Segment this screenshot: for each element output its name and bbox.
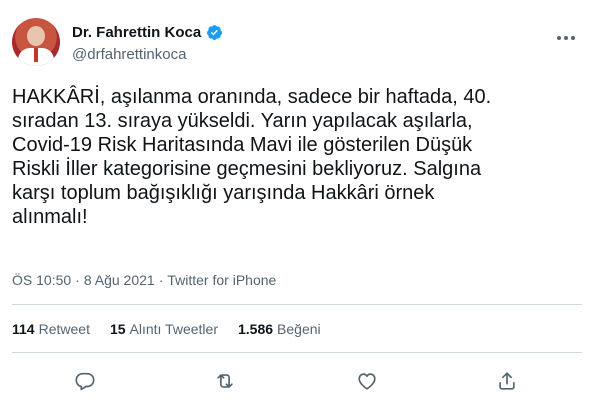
stat-label: Alıntı Tweetler	[129, 321, 218, 337]
tweet-date[interactable]: 8 Ağu 2021	[84, 272, 155, 288]
share-icon[interactable]	[496, 370, 518, 392]
quote-tweet-count-stat[interactable]: 15 Alıntı Tweetler	[110, 321, 218, 337]
tweet-text: HAKKÂRİ, aşılanma oranında, sadece bir h…	[12, 86, 492, 228]
tweet-stats: 114 Retweet 15 Alıntı Tweetler 1.586 Beğ…	[12, 321, 321, 337]
verified-badge-icon	[206, 24, 223, 41]
divider	[12, 304, 582, 305]
divider	[12, 352, 582, 353]
heart-icon[interactable]	[356, 370, 378, 392]
more-options-icon[interactable]	[556, 28, 576, 40]
author-name-row: Dr. Fahrettin Koca	[72, 24, 223, 41]
avatar[interactable]	[12, 18, 60, 66]
tweet-meta: ÖS 10:50 · 8 Ağu 2021 · Twitter for iPho…	[12, 272, 276, 288]
tweet-time[interactable]: ÖS 10:50	[12, 272, 71, 288]
avatar-face-shape	[27, 26, 45, 46]
author-handle[interactable]: @drfahrettinkoca	[72, 46, 186, 63]
reply-icon[interactable]	[74, 370, 96, 392]
avatar-tie-shape	[34, 48, 38, 62]
stat-number: 1.586	[237, 321, 274, 337]
retweet-count-stat[interactable]: 114 Retweet	[12, 321, 90, 337]
stat-label: Retweet	[38, 321, 90, 337]
meta-separator: ·	[75, 272, 80, 288]
stat-label: Beğeni	[277, 321, 321, 337]
stat-number: 15	[109, 321, 126, 337]
tweet-card: Dr. Fahrettin Koca @drfahrettinkoca HAKK…	[0, 0, 597, 408]
stat-number: 114	[12, 321, 35, 337]
tweet-source[interactable]: Twitter for iPhone	[167, 272, 276, 288]
retweet-icon[interactable]	[214, 370, 236, 392]
meta-separator: ·	[158, 272, 164, 288]
author-display-name[interactable]: Dr. Fahrettin Koca	[72, 24, 201, 41]
like-count-stat[interactable]: 1.586 Beğeni	[238, 321, 321, 337]
tweet-actions	[0, 368, 597, 396]
